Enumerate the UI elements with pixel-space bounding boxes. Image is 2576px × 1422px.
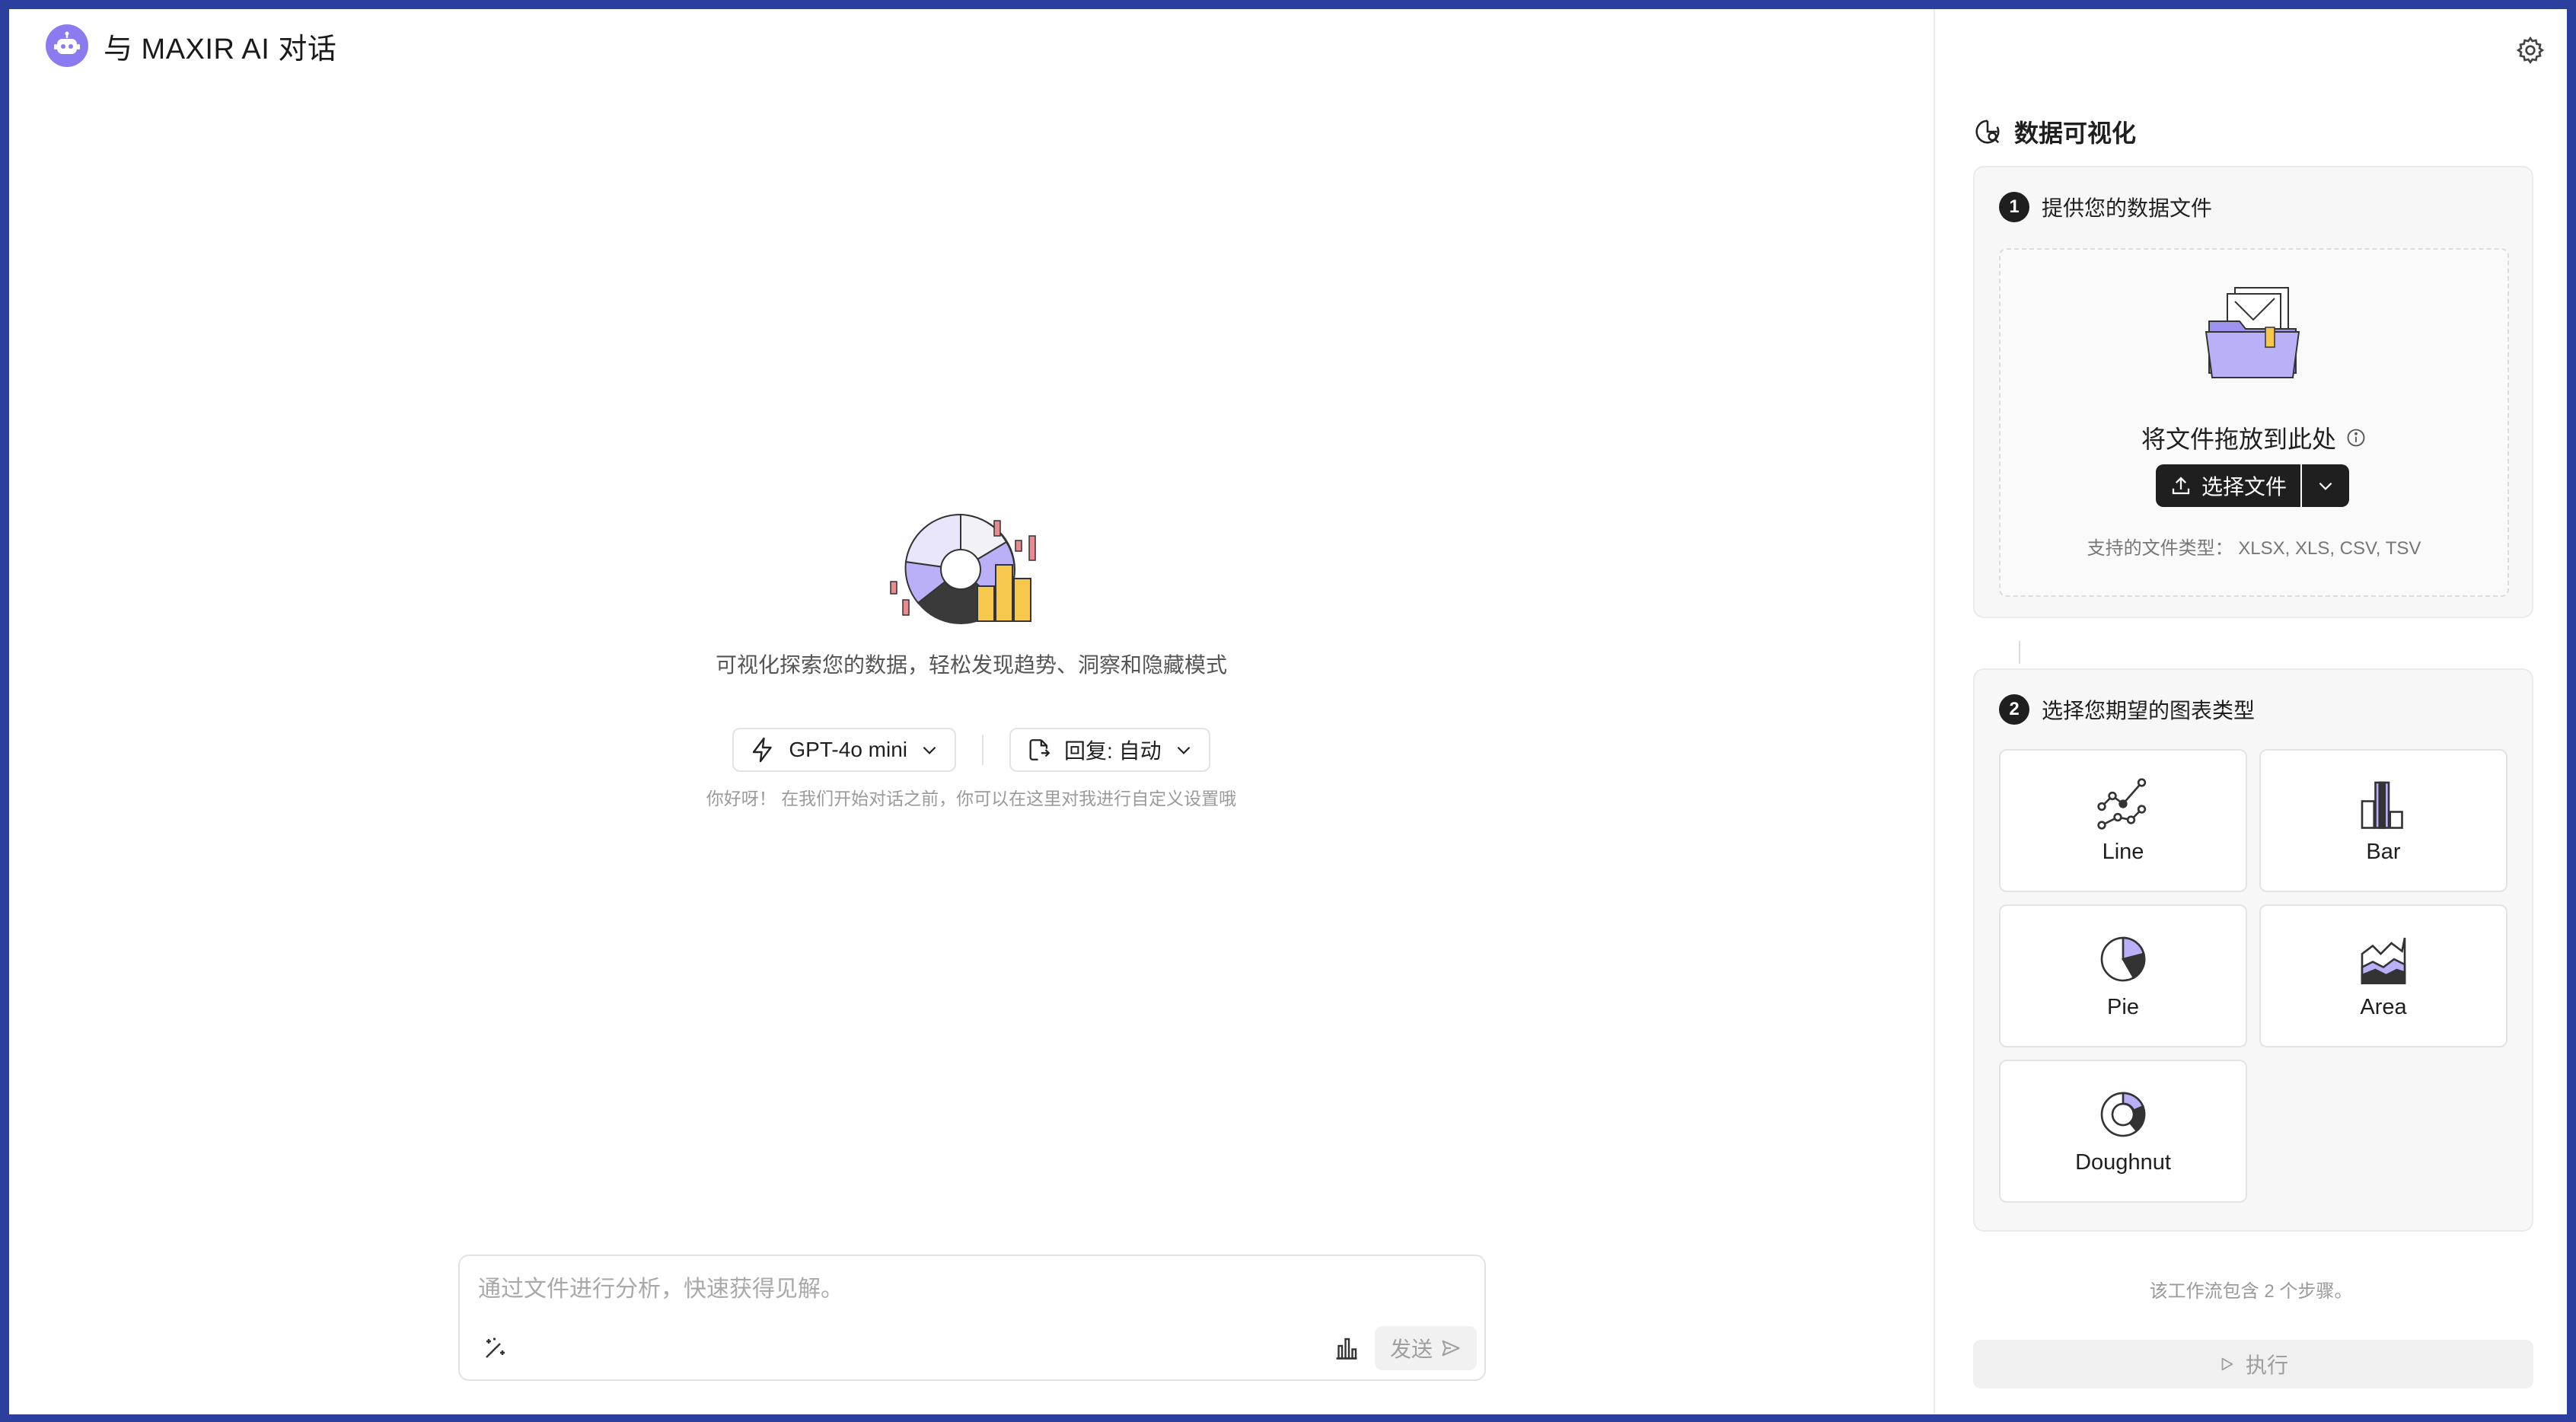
step-upload-file: 1 提供您的数据文件 将文件拖放到此处 选择文件 支持的文件类型： XLSX, … bbox=[1973, 166, 2533, 618]
chart-option-doughnut[interactable]: Doughnut bbox=[1999, 1060, 2247, 1203]
gear-icon[interactable] bbox=[2515, 35, 2546, 65]
send-button[interactable]: 发送 bbox=[1375, 1326, 1477, 1370]
magic-wand-icon bbox=[486, 1338, 505, 1358]
robot-logo-icon bbox=[46, 24, 88, 67]
chat-area: 与 MAXIR AI 对话 可视化探索您的数据，轻松发现趋势、洞察和隐藏模式 G… bbox=[9, 9, 1934, 1414]
message-composer: 发送 bbox=[458, 1255, 1486, 1381]
reply-mode-icon bbox=[1029, 739, 1050, 760]
message-input[interactable] bbox=[478, 1273, 1392, 1306]
area-chart-icon bbox=[2361, 937, 2406, 984]
upload-icon bbox=[2172, 477, 2190, 495]
customize-hint: 你好呀！ 在我们开始对话之前，你可以在这里对我进行自定义设置哦 bbox=[706, 789, 1237, 808]
step2-number-badge: 2 bbox=[1999, 694, 2029, 725]
chart-option-bar[interactable]: Bar bbox=[2259, 749, 2507, 892]
execute-label: 执行 bbox=[2245, 1353, 2288, 1377]
app-window: 与 MAXIR AI 对话 可视化探索您的数据，轻松发现趋势、洞察和隐藏模式 G… bbox=[9, 9, 2567, 1414]
chart-toggle-button[interactable] bbox=[1329, 1331, 1364, 1366]
folder-illustration-icon bbox=[2205, 287, 2300, 378]
chat-settings: GPT-4o mini 回复: 自动 bbox=[732, 728, 1210, 772]
play-icon bbox=[2221, 1357, 2233, 1371]
supported-file-types: 支持的文件类型： XLSX, XLS, CSV, TSV bbox=[2087, 538, 2421, 559]
step-chart-type: 2 选择您期望的图表类型 Line Bar Pie Area Doughnut bbox=[1973, 668, 2533, 1232]
magic-wand-button[interactable] bbox=[478, 1331, 513, 1366]
pie-chart-icon bbox=[2100, 936, 2146, 981]
doughnut-chart-icon bbox=[2100, 1092, 2146, 1137]
file-dropzone[interactable]: 将文件拖放到此处 选择文件 支持的文件类型： XLSX, XLS, CSV, T… bbox=[1999, 248, 2509, 597]
reply-mode-value: 回复: 自动 bbox=[1064, 739, 1162, 763]
chevron-down-icon bbox=[2319, 482, 2332, 490]
chart-option-label: Line bbox=[2102, 839, 2144, 864]
hero-description: 可视化探索您的数据，轻松发现趋势、洞察和隐藏模式 bbox=[715, 653, 1227, 677]
panel-title-text: 数据可视化 bbox=[2014, 120, 2137, 147]
step1-header: 1 提供您的数据文件 bbox=[1999, 192, 2212, 222]
data-visualization-illustration-icon bbox=[890, 513, 1036, 624]
selector-divider bbox=[982, 735, 984, 765]
lightning-icon bbox=[753, 737, 773, 763]
bar-chart-icon bbox=[2361, 781, 2403, 829]
chevron-down-icon bbox=[923, 746, 936, 754]
chart-option-area[interactable]: Area bbox=[2259, 904, 2507, 1047]
model-selector[interactable]: GPT-4o mini bbox=[732, 728, 957, 772]
drop-label: 将文件拖放到此处 bbox=[2001, 420, 2507, 455]
send-button-label: 发送 bbox=[1389, 1338, 1433, 1361]
chart-option-label: Bar bbox=[2366, 839, 2401, 864]
app-title: 与 MAXIR AI 对话 bbox=[104, 33, 337, 65]
chevron-down-icon bbox=[1177, 746, 1190, 754]
select-file-label: 选择文件 bbox=[2201, 475, 2287, 499]
step2-header: 2 选择您期望的图表类型 bbox=[1999, 694, 2255, 725]
chart-option-label: Doughnut bbox=[2075, 1149, 2171, 1175]
chart-option-label: Area bbox=[2360, 994, 2407, 1019]
reply-mode-selector[interactable]: 回复: 自动 bbox=[1009, 728, 1210, 772]
send-icon bbox=[1442, 1340, 1460, 1357]
chart-option-pie[interactable]: Pie bbox=[1999, 904, 2247, 1047]
welcome-hero: 可视化探索您的数据，轻松发现趋势、洞察和隐藏模式 GPT-4o mini 回复:… bbox=[9, 512, 1934, 810]
panel-title: 数据可视化 bbox=[1973, 114, 2136, 149]
step1-number-badge: 1 bbox=[1999, 192, 2029, 222]
bar-chart-icon bbox=[1336, 1338, 1357, 1360]
step-connector bbox=[2019, 641, 2020, 664]
workflow-note: 该工作流包含 2 个步骤。 bbox=[2149, 1281, 2353, 1302]
upload-button-group: 选择文件 bbox=[2156, 464, 2350, 507]
select-file-button[interactable]: 选择文件 bbox=[2156, 464, 2301, 507]
execute-button[interactable]: 执行 bbox=[1973, 1340, 2533, 1389]
line-chart-icon bbox=[2097, 777, 2147, 830]
data-visualization-panel: 数据可视化 1 提供您的数据文件 将文件拖放到此处 选择文件 支持的文件类型： … bbox=[1934, 9, 2567, 1414]
step1-title: 提供您的数据文件 bbox=[2042, 196, 2213, 220]
chart-search-icon bbox=[1975, 120, 2000, 144]
drop-label-text: 将文件拖放到此处 bbox=[2141, 426, 2336, 453]
model-selector-value: GPT-4o mini bbox=[789, 738, 908, 761]
info-icon[interactable] bbox=[2345, 427, 2367, 448]
chart-option-line[interactable]: Line bbox=[1999, 749, 2247, 892]
step2-title: 选择您期望的图表类型 bbox=[2042, 699, 2256, 722]
upload-options-dropdown[interactable] bbox=[2302, 464, 2350, 507]
app-header: 与 MAXIR AI 对话 bbox=[46, 24, 336, 67]
chart-option-label: Pie bbox=[2107, 994, 2139, 1019]
